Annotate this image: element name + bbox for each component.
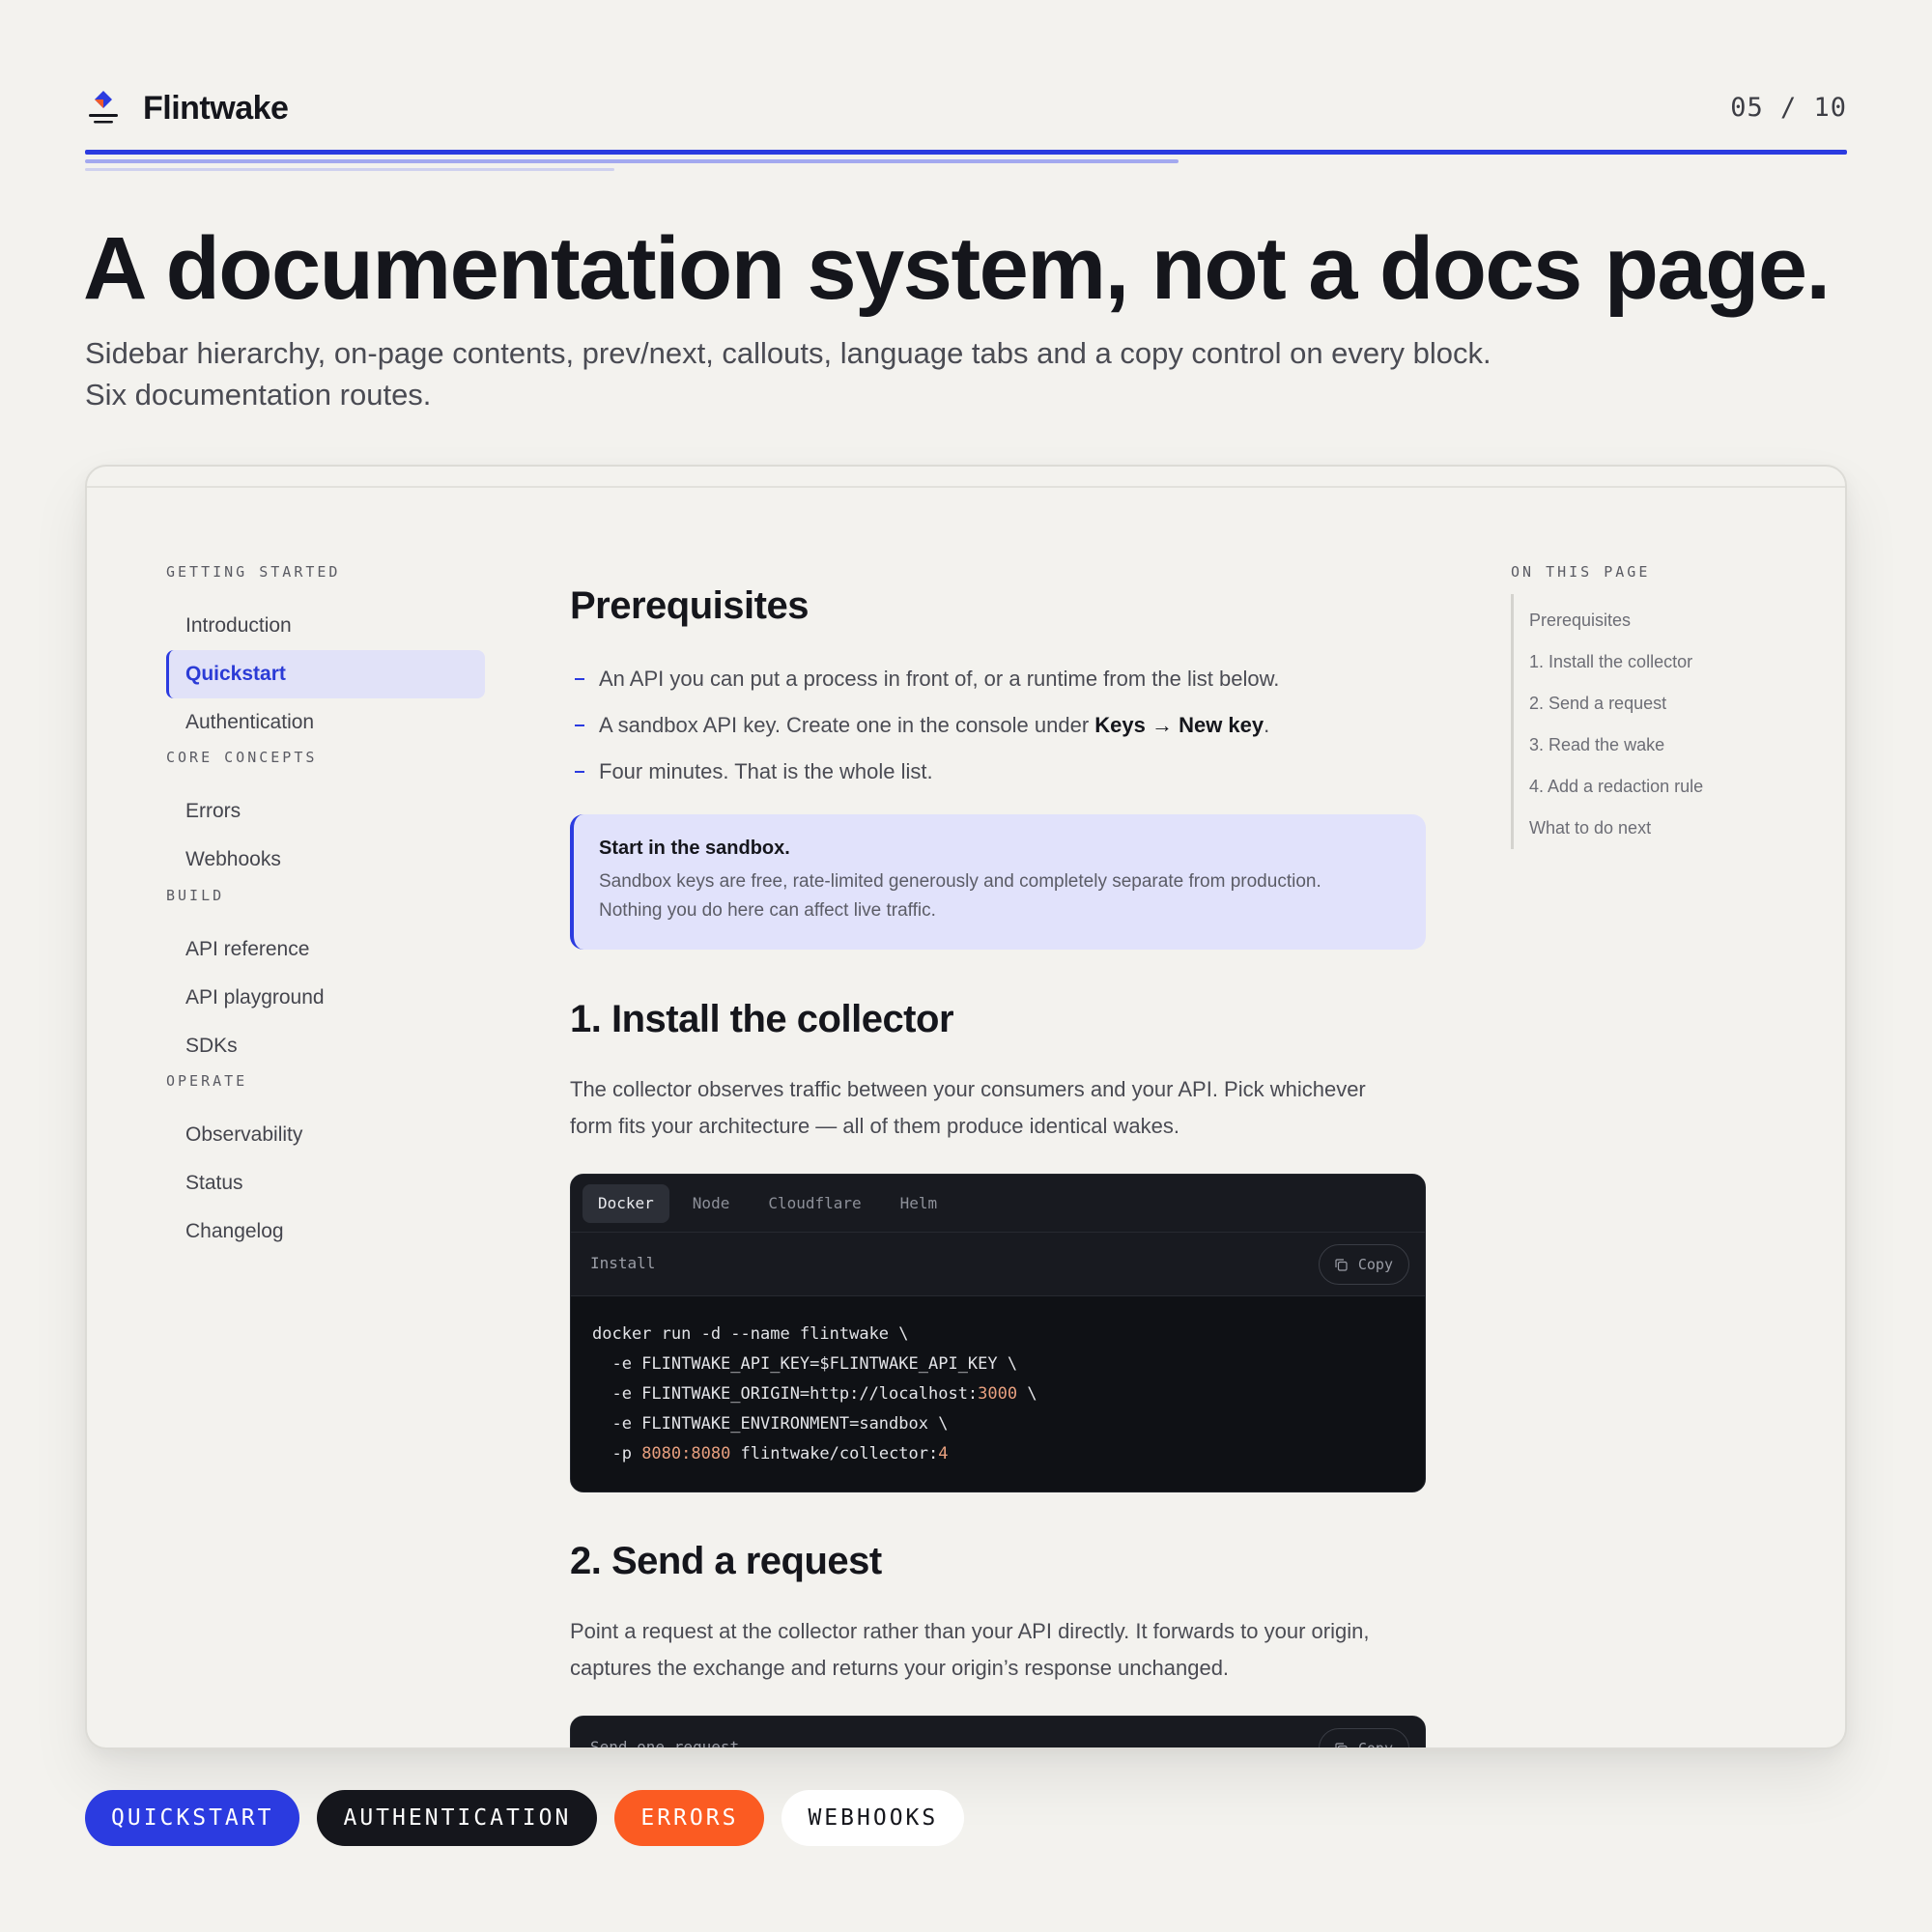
code-content[interactable]: docker run -d --name flintwake \ -e FLIN… — [571, 1296, 1425, 1492]
divider — [85, 150, 1847, 155]
toc-item-read-wake[interactable]: 3. Read the wake — [1529, 724, 1801, 766]
section-heading-install: 1. Install the collector — [570, 998, 954, 1040]
tab-cloudflare[interactable]: Cloudflare — [753, 1184, 876, 1223]
sidebar-item-webhooks[interactable]: Webhooks — [166, 836, 485, 884]
subtitle-line: Sidebar hierarchy, on-page contents, pre… — [85, 336, 1492, 370]
callout-line: Sandbox keys are free, rate-limited gene… — [599, 871, 1321, 892]
on-this-page: ON THIS PAGE Prerequisites 1. Install th… — [1511, 563, 1801, 849]
sidebar-item-sdks[interactable]: SDKs — [166, 1022, 485, 1070]
docs-preview-window: GETTING STARTED Introduction Quickstart … — [85, 465, 1847, 1749]
paragraph-line: The collector observes traffic between y… — [570, 1077, 1366, 1101]
prerequisites-list: An API you can put a process in front of… — [570, 656, 1426, 795]
pill-webhooks[interactable]: WEBHOOKS — [781, 1790, 965, 1846]
sidebar-group-title: GETTING STARTED — [166, 563, 341, 581]
list-item-text: An API you can put a process in front of… — [599, 667, 1280, 691]
code-token: \ — [1017, 1384, 1037, 1404]
copy-button[interactable]: Copy — [1318, 1244, 1409, 1285]
callout-title: Start in the sandbox. — [599, 838, 790, 859]
tab-node[interactable]: Node — [677, 1184, 746, 1223]
section-heading-prerequisites: Prerequisites — [570, 584, 809, 627]
list-item-text: Four minutes. That is the whole list. — [599, 759, 933, 783]
sidebar-item-api-playground[interactable]: API playground — [166, 974, 485, 1022]
copy-icon — [1335, 1743, 1348, 1747]
code-number: 3000 — [978, 1384, 1018, 1404]
list-item: A sandbox API key. Create one in the con… — [570, 702, 1426, 749]
tab-docker[interactable]: Docker — [582, 1183, 669, 1223]
pill-authentication[interactable]: AUTHENTICATION — [317, 1790, 598, 1846]
top-bar: Flintwake 05 / 10 — [85, 83, 1847, 133]
code-line: -e FLINTWAKE_ENVIRONMENT=sandbox \ — [592, 1414, 949, 1434]
sidebar-item-introduction[interactable]: Introduction — [166, 602, 485, 650]
callout-body: Sandbox keys are free, rate-limited gene… — [599, 867, 1401, 925]
section-heading-send-request: 2. Send a request — [570, 1540, 882, 1582]
toc-item-send-request[interactable]: 2. Send a request — [1529, 683, 1801, 724]
copy-icon — [1335, 1259, 1348, 1271]
pill-errors[interactable]: ERRORS — [614, 1790, 765, 1846]
code-header: Send one request Copy — [571, 1717, 1425, 1749]
page-title: A documentation system, not a docs page. — [83, 219, 1831, 318]
toc-item-redaction-rule[interactable]: 4. Add a redaction rule — [1529, 766, 1801, 808]
toc-list: Prerequisites 1. Install the collector 2… — [1511, 594, 1801, 849]
copy-label: Copy — [1357, 1256, 1393, 1273]
code-line: -p 8080:8080 flintwake/collector:4 — [592, 1439, 1404, 1469]
code-block-install: Docker Node Cloudflare Helm Install Copy… — [570, 1174, 1426, 1492]
code-block-send-request: Send one request Copy — [570, 1716, 1426, 1749]
sidebar-item-errors[interactable]: Errors — [166, 787, 485, 836]
sidebar-item-changelog[interactable]: Changelog — [166, 1208, 485, 1256]
list-item: An API you can put a process in front of… — [570, 656, 1426, 702]
sidebar-item-authentication[interactable]: Authentication — [166, 698, 485, 747]
sidebar-group-title: BUILD — [166, 887, 225, 904]
paragraph-line: captures the exchange and returns your o… — [570, 1656, 1230, 1680]
list-item-emphasis: Keys → New key — [1094, 713, 1264, 737]
list-item-text: . — [1264, 713, 1270, 737]
code-line: docker run -d --name flintwake \ — [592, 1324, 909, 1344]
toc-item-install[interactable]: 1. Install the collector — [1529, 641, 1801, 683]
sidebar-nav: GETTING STARTED Introduction Quickstart … — [166, 563, 485, 1256]
window-bar — [87, 467, 1845, 488]
sandbox-callout: Start in the sandbox. Sandbox keys are f… — [570, 814, 1426, 950]
code-label: Send one request — [590, 1738, 740, 1749]
sidebar-item-quickstart[interactable]: Quickstart — [166, 650, 485, 698]
code-token: -e FLINTWAKE_ORIGIN=http://localhost: — [592, 1384, 979, 1404]
page-subtitle: Sidebar hierarchy, on-page contents, pre… — [85, 332, 1727, 415]
paragraph-line: Point a request at the collector rather … — [570, 1619, 1370, 1643]
language-tabs: Docker Node Cloudflare Helm — [571, 1175, 1425, 1233]
toc-item-prerequisites[interactable]: Prerequisites — [1529, 600, 1801, 641]
tab-helm[interactable]: Helm — [885, 1184, 953, 1223]
code-token: -p — [592, 1444, 642, 1463]
subtitle-line: Six documentation routes. — [85, 378, 432, 412]
send-request-description: Point a request at the collector rather … — [570, 1613, 1439, 1687]
list-item-text: A sandbox API key. Create one in the con… — [599, 713, 1095, 737]
sidebar-group-title: OPERATE — [166, 1072, 248, 1090]
brand-name: Flintwake — [143, 89, 289, 127]
toc-title: ON THIS PAGE — [1511, 563, 1651, 581]
pill-quickstart[interactable]: QUICKSTART — [85, 1790, 300, 1846]
copy-label: Copy — [1357, 1740, 1393, 1749]
copy-button[interactable]: Copy — [1318, 1728, 1409, 1749]
sidebar-item-observability[interactable]: Observability — [166, 1111, 485, 1159]
page-counter: 05 / 10 — [1730, 93, 1847, 123]
divider — [85, 168, 614, 171]
brand[interactable]: Flintwake — [85, 89, 289, 128]
sidebar-item-status[interactable]: Status — [166, 1159, 485, 1208]
code-token: flintwake/collector: — [730, 1444, 939, 1463]
install-description: The collector observes traffic between y… — [570, 1071, 1439, 1145]
code-number: 8080:8080 — [641, 1444, 731, 1463]
route-pills: QUICKSTART AUTHENTICATION ERRORS WEBHOOK… — [85, 1790, 965, 1846]
callout-line: Nothing you do here can affect live traf… — [599, 900, 936, 921]
paragraph-line: form fits your architecture — all of the… — [570, 1114, 1179, 1138]
sidebar-group-title: CORE CONCEPTS — [166, 749, 318, 766]
code-label: Install — [590, 1254, 656, 1272]
code-line: -e FLINTWAKE_ORIGIN=http://localhost:300… — [592, 1379, 1404, 1409]
toc-item-what-next[interactable]: What to do next — [1529, 808, 1801, 849]
divider — [85, 159, 1179, 163]
list-item: Four minutes. That is the whole list. — [570, 749, 1426, 795]
code-header: Install Copy — [571, 1233, 1425, 1296]
code-line: -e FLINTWAKE_API_KEY=$FLINTWAKE_API_KEY … — [592, 1354, 1018, 1374]
sidebar-item-api-reference[interactable]: API reference — [166, 925, 485, 974]
code-number: 4 — [938, 1444, 949, 1463]
flintwake-logo-icon — [85, 89, 122, 128]
